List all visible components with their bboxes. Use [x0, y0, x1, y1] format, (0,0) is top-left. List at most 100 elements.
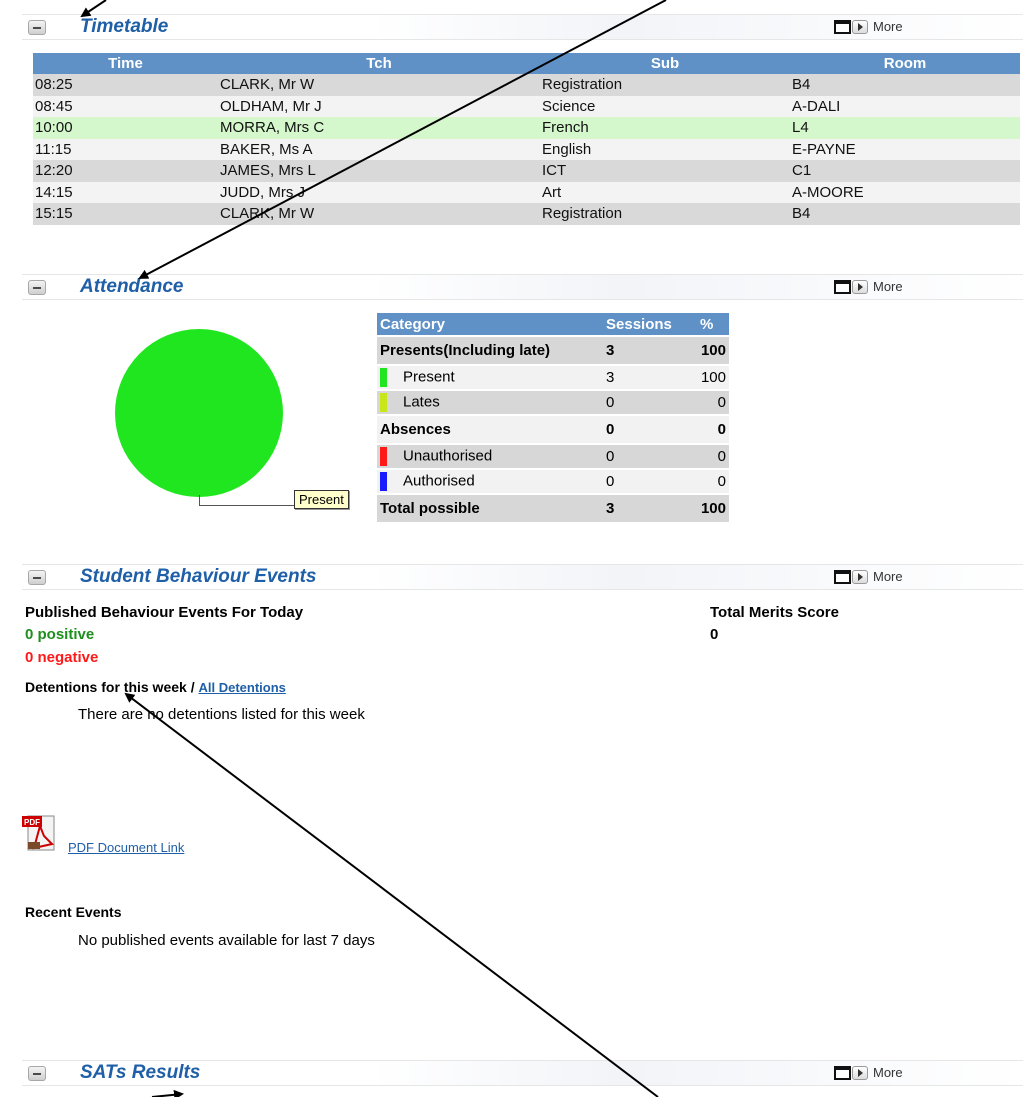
collapse-icon[interactable] — [28, 1066, 46, 1081]
room-cell: B4 — [790, 203, 1020, 225]
category-cell: Presents(Including late) — [377, 337, 603, 364]
panel-title: Timetable — [80, 16, 169, 37]
maximize-icon[interactable] — [834, 280, 851, 294]
percent-cell: 100 — [697, 337, 729, 364]
attendance-row: Present 3 100 — [377, 366, 729, 389]
subject-cell: Registration — [540, 74, 790, 96]
column-header-percent: % — [697, 313, 729, 335]
percent-cell: 0 — [697, 470, 729, 493]
subject-cell: Art — [540, 181, 790, 203]
play-arrow-icon[interactable] — [852, 280, 868, 294]
time-cell: 14:15 — [33, 181, 218, 203]
more-link[interactable]: More — [873, 569, 903, 584]
column-header-time: Time — [33, 53, 218, 74]
teacher-cell: BAKER, Ms A — [218, 138, 540, 160]
room-cell: A-DALI — [790, 95, 1020, 117]
teacher-cell: CLARK, Mr W — [218, 74, 540, 96]
attendance-row: Lates 0 0 — [377, 391, 729, 414]
room-cell: L4 — [790, 117, 1020, 139]
attendance-pie-chart — [115, 329, 283, 497]
sats-panel-header: SATs Results More — [22, 1060, 1023, 1086]
panel-title: Attendance — [80, 276, 184, 297]
category-cell: Present — [403, 368, 455, 386]
time-cell: 08:45 — [33, 95, 218, 117]
collapse-icon[interactable] — [28, 20, 46, 35]
attendance-row: Presents(Including late) 3 100 — [377, 337, 729, 364]
category-cell: Absences — [377, 416, 603, 443]
timetable-panel-header: Timetable More — [22, 14, 1023, 40]
sessions-cell: 3 — [603, 337, 697, 364]
time-cell: 15:15 — [33, 203, 218, 225]
maximize-icon[interactable] — [834, 570, 851, 584]
category-cell: Lates — [403, 393, 440, 411]
subject-cell: French — [540, 117, 790, 139]
table-row: 11:15 BAKER, Ms A English E-PAYNE — [33, 138, 1020, 160]
category-cell: Unauthorised — [403, 447, 493, 465]
no-detentions-message: There are no detentions listed for this … — [78, 706, 365, 723]
more-link[interactable]: More — [873, 279, 903, 294]
subject-cell: Registration — [540, 203, 790, 225]
subject-cell: English — [540, 138, 790, 160]
percent-cell: 100 — [697, 495, 729, 522]
room-cell: B4 — [790, 74, 1020, 96]
time-cell: 12:20 — [33, 160, 218, 182]
all-detentions-link[interactable]: All Detentions — [198, 680, 285, 695]
percent-cell: 0 — [697, 445, 729, 468]
sessions-cell: 0 — [603, 445, 697, 468]
room-cell: A-MOORE — [790, 181, 1020, 203]
play-arrow-icon[interactable] — [852, 570, 868, 584]
table-row: 08:45 OLDHAM, Mr J Science A-DALI — [33, 95, 1020, 117]
table-row: 10:00 MORRA, Mrs C French L4 — [33, 117, 1020, 139]
sessions-cell: 0 — [603, 470, 697, 493]
recent-events-heading: Recent Events — [25, 904, 122, 920]
teacher-cell: CLARK, Mr W — [218, 203, 540, 225]
merits-heading: Total Merits Score — [710, 604, 839, 621]
merits-score: 0 — [710, 626, 719, 643]
teacher-cell: MORRA, Mrs C — [218, 117, 540, 139]
pdf-document-link[interactable]: PDF Document Link — [68, 840, 184, 855]
more-link[interactable]: More — [873, 19, 903, 34]
positive-count: 0 positive — [25, 626, 95, 643]
sessions-cell: 0 — [603, 391, 697, 414]
unauthorised-swatch — [380, 447, 387, 466]
play-arrow-icon[interactable] — [852, 1066, 868, 1080]
percent-cell: 0 — [697, 391, 729, 414]
attendance-row: Total possible 3 100 — [377, 495, 729, 522]
annotation-arrow — [124, 692, 659, 1097]
time-cell: 10:00 — [33, 117, 218, 139]
panel-title: Student Behaviour Events — [80, 566, 317, 587]
maximize-icon[interactable] — [834, 1066, 851, 1080]
negative-count: 0 negative — [25, 649, 99, 666]
timetable-table: Time Tch Sub Room 08:25 CLARK, Mr W Regist… — [33, 53, 1020, 225]
table-row: 15:15 CLARK, Mr W Registration B4 — [33, 203, 1020, 225]
pdf-icon[interactable]: PDF — [22, 814, 60, 854]
authorised-swatch — [380, 472, 387, 491]
attendance-panel-header: Attendance More — [22, 274, 1023, 300]
published-events-heading: Published Behaviour Events For Today — [25, 604, 304, 621]
teacher-cell: OLDHAM, Mr J — [218, 95, 540, 117]
category-cell: Total possible — [377, 495, 603, 522]
collapse-icon[interactable] — [28, 280, 46, 295]
svg-text:PDF: PDF — [24, 818, 40, 827]
column-header-category: Category — [377, 313, 603, 335]
teacher-cell: JUDD, Mrs J — [218, 181, 540, 203]
column-header-teacher: Tch — [218, 53, 540, 74]
percent-cell: 100 — [697, 366, 729, 389]
detentions-heading-row: Detentions for this week / All Detention… — [25, 679, 286, 695]
subject-cell: Science — [540, 95, 790, 117]
attendance-table: Category Sessions % Presents(Including l… — [377, 311, 729, 524]
maximize-icon[interactable] — [834, 20, 851, 34]
collapse-icon[interactable] — [28, 570, 46, 585]
panel-title: SATs Results — [80, 1062, 201, 1083]
lates-swatch — [380, 393, 387, 412]
teacher-cell: JAMES, Mrs L — [218, 160, 540, 182]
column-header-sessions: Sessions — [603, 313, 697, 335]
column-header-room: Room — [790, 53, 1020, 74]
no-recent-events-message: No published events available for last 7… — [78, 932, 375, 949]
more-link[interactable]: More — [873, 1065, 903, 1080]
table-row: 08:25 CLARK, Mr W Registration B4 — [33, 74, 1020, 96]
play-arrow-icon[interactable] — [852, 20, 868, 34]
time-cell: 08:25 — [33, 74, 218, 96]
table-row: 14:15 JUDD, Mrs J Art A-MOORE — [33, 181, 1020, 203]
column-header-subject: Sub — [540, 53, 790, 74]
